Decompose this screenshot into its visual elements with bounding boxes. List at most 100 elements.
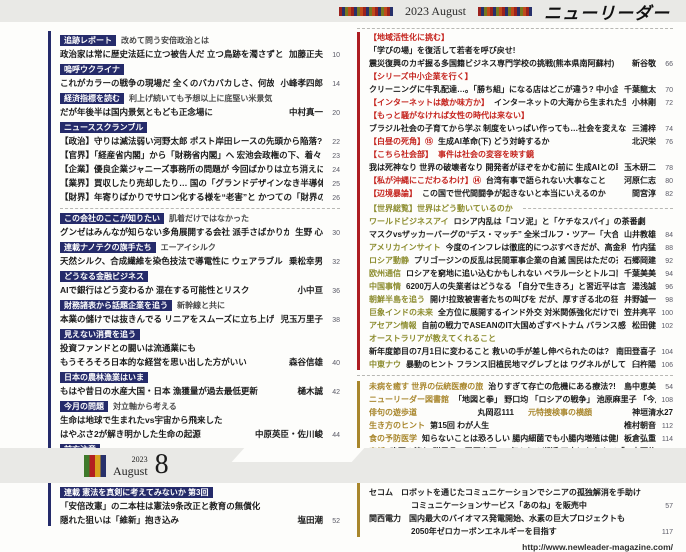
news-item: 【業界】買収したり売却したり… 国の「グランドデザインなき半導体戦略」 [60,177,323,189]
section-note: 新幹線と共に [177,300,225,311]
author-name: 神垣清水 [632,407,664,418]
column-tag: 中国事情 [369,281,401,292]
feature-subtitle: 事件は社会の変容を映す鏡 [438,149,534,160]
page-number: 98 [661,297,673,304]
column-tag: ワールドビジネスアイ [369,216,449,227]
issue-date: 2023 August [405,4,466,19]
author-name: 板倉弘重 [624,433,656,444]
divider [357,375,673,376]
magazine-logo: ニューリーダー [544,0,670,24]
article-title: プリゴージンの反乱は民間軍事企業の自滅 国民はただの茶番としか見ていない [414,255,618,266]
article-title: ロボットを通じたコミュニケーションでシニアの孤独解消を手助け [401,487,673,498]
page-number: 14 [328,81,340,88]
column-tag: ロシア動静 [369,255,409,266]
section-note: エーアイシルク [161,242,216,253]
top-header-bar: 2023 August ニューリーダー [0,0,686,22]
article-title: 「学びの場」を復活して若者を呼び戻せ! [369,45,673,56]
article-title: これがカラーの戦争の現場だ 全くのバカバカしさ、何故、気づかない [60,77,274,89]
author-name: 椎村朝音 [624,420,656,431]
page-number: 96 [661,284,673,291]
author-name: 児玉万里子 [280,313,323,325]
divider [523,208,673,209]
page-number: 70 [661,87,673,94]
section-chip: 見えない消費を追う [60,329,140,340]
page-number: 100 [661,310,673,317]
page-number: 112 [661,423,673,430]
page-number: 42 [328,389,340,396]
author-name: 臼杵陽 [632,359,656,370]
article-title: 投資ファンドとの闘いは流通業にも [60,342,340,354]
toc-entry: ニューススクランブル [60,122,340,133]
footer-month: August [113,465,148,477]
author-name: 小中亘 [297,284,323,296]
author-name: 井野誠一 [624,294,656,305]
page-number: 20 [328,110,340,117]
section-chip: どうなる金融ビジネス [60,271,148,282]
page-number: 24 [328,167,340,174]
stripes-icon [478,7,532,16]
column-tag: 朝鮮半島を追う [369,294,425,305]
company-name: 関西電力 [369,513,401,524]
article-title: 新年度節目の7月1日に変わること 救いの手が差し伸べられたのは? [369,346,610,357]
article-title: もはや昔日の水産大国・日本 漁獲量が過去最低更新 [60,385,291,397]
section-chip: 嗚呼ウクライナ [60,64,124,75]
feature-title: 【白昼の死角】⑮ [369,136,433,147]
article-title: コミュニケーションサービス「あのね」を販売中 [411,500,656,511]
section-chip: 今月の問題 [60,401,108,412]
page-number: 104 [661,349,673,356]
article-title: マスクvsザッカーバーグの“デス・マッチ” 全米ゴルフ・ツアー「大合併」、ほくそ… [369,229,618,240]
article-title: ブラジル社会の子育てから学ぶ 制度をいっぱい作っても…社会を変えない? [369,123,626,134]
author-name: 千葉美美 [624,268,656,279]
article-title: 第15回 わが人生 [430,420,618,431]
page-number: 40 [328,360,340,367]
page-number: 52 [328,518,340,525]
section-chip: 連載ナノテクの旗手たち [60,242,156,253]
footer-date: 2023 August [113,456,148,477]
news-item: 【財界】年寄りばかりでサロン化する様を“老害”と かつての「財界の青年将校」牛尾… [60,191,323,203]
column-tag: 元特捜検事の横顔 [528,407,592,418]
author-name: 竹内猛 [632,242,656,253]
toc-entry: 連載ナノテクの旗手たち エーアイシルク [60,242,340,253]
footer-issue-logo: 2023 August 8 [84,453,169,477]
article-title: 震災復興のカギ握る多国籍ビジネス専門学校の挑戦(熊本県南阿蘇村) [369,58,626,69]
column-tag: 生き方のヒント [369,420,425,431]
article-title: 開け!拉致被害者たちの叫びを だが、厚すぎる北の狂ったロジック [430,294,618,305]
article-title: 政治家は常に歴史法廷に立つ被告人だ 立つ鳥跡を濁さずと言うにはあまりにも [60,48,283,60]
dual-column-row: 俳句の遊歩道 丸岡忍 111 元特捜検事の横顔 神垣清水 27 [369,407,673,418]
page-number: 84 [661,232,673,239]
toc-entry: この会社のここが知りたい 肌着だけではなかった [60,213,340,224]
section-note: 対立軸から考える [113,401,177,412]
article-title: クリーニングに牛乳配達…。「勝ち組」になる店はどこが違う? 中小企業の社長は命が… [369,84,618,95]
issue-number: 8 [155,453,169,477]
feature-title: 【こちら社会部】 [369,149,433,160]
magazine-url[interactable]: http://www.newleader-magazine.com/ [357,542,673,552]
feature-title: 【インターネットは敵か味方か】 [369,97,489,108]
article-title: 自前の戦力でASEANのIT大国めざすベトナム バランス感覚は?親中派トゥオン国… [422,320,626,331]
column-tag: 中東ナウ [369,359,401,370]
section-chip: この会社のここが知りたい [60,213,164,224]
article-title: 生命は地球で生まれたvs宇宙から飛来した [60,414,340,426]
column-tag: 未病を癒す 世界の伝統医療の旅 [369,381,483,392]
author-name: 新谷敬 [632,58,656,69]
news-item: 【政治】守りは滅法弱い河野太郎 ポスト岸田レースの先頭から陥落? [60,135,323,147]
article-title: 2050年ゼロカーボンエネルギーを目指す [411,526,656,537]
page-number: 106 [661,362,673,369]
page-number: 78 [661,165,673,172]
article-title: だが年後半は国内景気ともども正念場に [60,106,283,118]
toc-entry: 経済指標を読む 利上げ続いても予想以上に底堅い米景気 [60,93,340,104]
author-name: 千葉龍太 [624,84,656,95]
article-title: ロシアを窮地に追い込むかもしれない ベラルーシとトルコ両大統領の思惑 [406,268,618,279]
news-item: 【企業】優良企業ジャニーズ事務所の問題が 今回ばかりは立ち消えにならない理由 [60,163,323,175]
page-number: 57 [661,503,673,510]
footer-wedge [232,448,365,462]
author-name: 笠井亮平 [624,307,656,318]
page-number: 27 [664,408,673,417]
column-tag: アメリカインサイト [369,242,441,253]
article-title: インターネットの大海から生まれた生成AI [494,97,626,108]
article-title: 6200万人の失業者はどうなる 「自分で生きろ」と習近平は言うが [406,281,626,292]
stripes-icon [339,7,393,16]
page-number: 102 [661,323,673,330]
page-number: 38 [328,317,340,324]
page-number: 23 [328,153,340,160]
article-title: はやぶさ2が解き明かした生命の起源 [60,428,249,440]
